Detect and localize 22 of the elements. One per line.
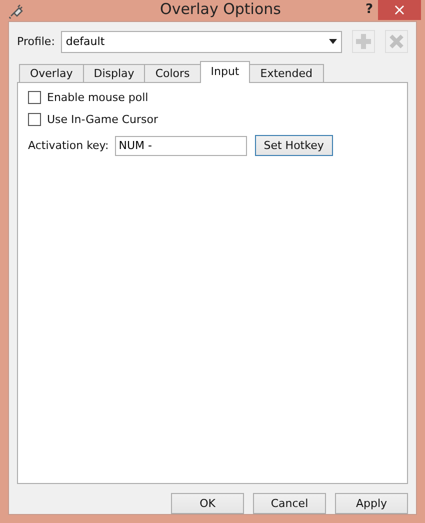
checkbox[interactable] xyxy=(28,113,41,126)
activation-key-field[interactable]: NUM - xyxy=(114,136,247,156)
tab[interactable]: Overlay xyxy=(19,64,84,82)
tab[interactable]: Extended xyxy=(249,64,324,82)
profile-label: Profile: xyxy=(17,35,55,48)
tab[interactable]: Display xyxy=(82,64,146,82)
close-button[interactable]: × xyxy=(378,0,421,20)
dialog-button[interactable]: OK xyxy=(171,493,244,514)
tab[interactable]: Input xyxy=(200,61,250,83)
activation-key-label: Activation key: xyxy=(28,139,109,152)
window-title: Overlay Options xyxy=(160,0,281,18)
tab[interactable]: Colors xyxy=(144,64,201,82)
dialog-button[interactable]: Apply xyxy=(335,493,408,514)
plug-icon xyxy=(8,2,24,18)
checkbox-label: Enable mouse poll xyxy=(47,91,148,104)
profile-dropdown[interactable]: default xyxy=(60,30,342,52)
help-button[interactable]: ? xyxy=(365,2,373,17)
dialog-button[interactable]: Cancel xyxy=(253,493,326,514)
set-hotkey-button[interactable]: Set Hotkey xyxy=(254,135,333,156)
checkbox-label: Use In-Game Cursor xyxy=(47,113,158,126)
caret-icon xyxy=(329,39,337,44)
checkbox[interactable] xyxy=(28,91,41,104)
